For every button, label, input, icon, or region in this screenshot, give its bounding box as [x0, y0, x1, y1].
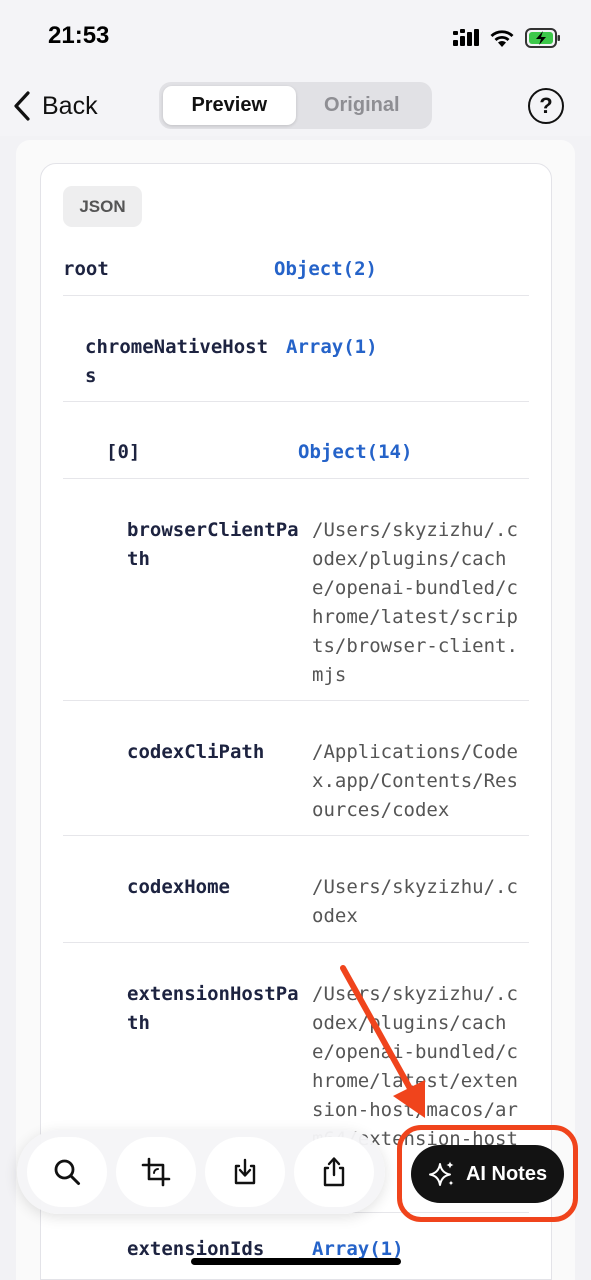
- view-mode-segmented-control: Preview Original: [159, 82, 432, 129]
- back-label: Back: [42, 91, 98, 120]
- tree-row-index-0[interactable]: [0] Object(14): [63, 402, 529, 479]
- chevron-left-icon: [14, 91, 30, 121]
- crop-button[interactable]: [116, 1137, 196, 1207]
- row-key: extensionHostPath: [127, 983, 299, 1034]
- row-key: browserClientPath: [127, 519, 299, 570]
- search-button[interactable]: [27, 1137, 107, 1207]
- tree-row-codexHome[interactable]: codexHome /Users/skyzizhu/.codex: [63, 836, 529, 943]
- share-button[interactable]: [294, 1137, 374, 1207]
- status-time: 21:53: [48, 22, 110, 49]
- row-value: Object(2): [274, 258, 377, 280]
- row-value: /Applications/Codex.app/Contents/Resourc…: [312, 741, 518, 821]
- tab-preview[interactable]: Preview: [163, 86, 296, 125]
- row-key: chromeNativeHosts: [85, 336, 269, 387]
- row-key: root: [63, 258, 109, 280]
- bottom-toolbar: [17, 1130, 385, 1214]
- home-indicator: [191, 1258, 401, 1265]
- download-icon: [234, 1158, 256, 1185]
- row-value: /Users/skyzizhu/.codex/plugins/cache/ope…: [312, 519, 518, 686]
- download-button[interactable]: [205, 1137, 285, 1207]
- row-value: Array(1): [286, 336, 378, 358]
- tree-row-root[interactable]: root Object(2): [63, 242, 529, 296]
- tree-row-codexCliPath[interactable]: codexCliPath /Applications/Codex.app/Con…: [63, 701, 529, 836]
- status-bar: 21:53: [0, 0, 591, 76]
- search-icon: [54, 1159, 80, 1185]
- wifi-icon: [490, 30, 514, 47]
- navigation-bar: Back Preview Original ?: [0, 76, 591, 136]
- battery-charging-icon: [525, 28, 560, 48]
- row-key: codexCliPath: [127, 741, 265, 763]
- share-icon: [323, 1157, 345, 1187]
- row-value: Object(14): [298, 441, 413, 463]
- annotation-highlight-box: [397, 1125, 578, 1222]
- status-icons: [453, 26, 561, 50]
- cellular-icon: [453, 29, 479, 46]
- format-badge: JSON: [63, 186, 142, 227]
- tab-original[interactable]: Original: [296, 86, 429, 125]
- crop-icon: [141, 1157, 171, 1187]
- help-button[interactable]: ?: [528, 88, 564, 124]
- tree-row-browserClientPath[interactable]: browserClientPath /Users/skyzizhu/.codex…: [63, 479, 529, 701]
- back-button[interactable]: Back: [12, 86, 98, 126]
- row-key: [0]: [106, 441, 141, 463]
- row-key: codexHome: [127, 876, 230, 898]
- json-viewer-card: JSON root Object(2) chromeNativeHosts Ar…: [40, 163, 552, 1280]
- tree-row-chromeNativeHosts[interactable]: chromeNativeHosts Array(1): [63, 296, 529, 402]
- row-value: /Users/skyzizhu/.codex: [312, 876, 518, 927]
